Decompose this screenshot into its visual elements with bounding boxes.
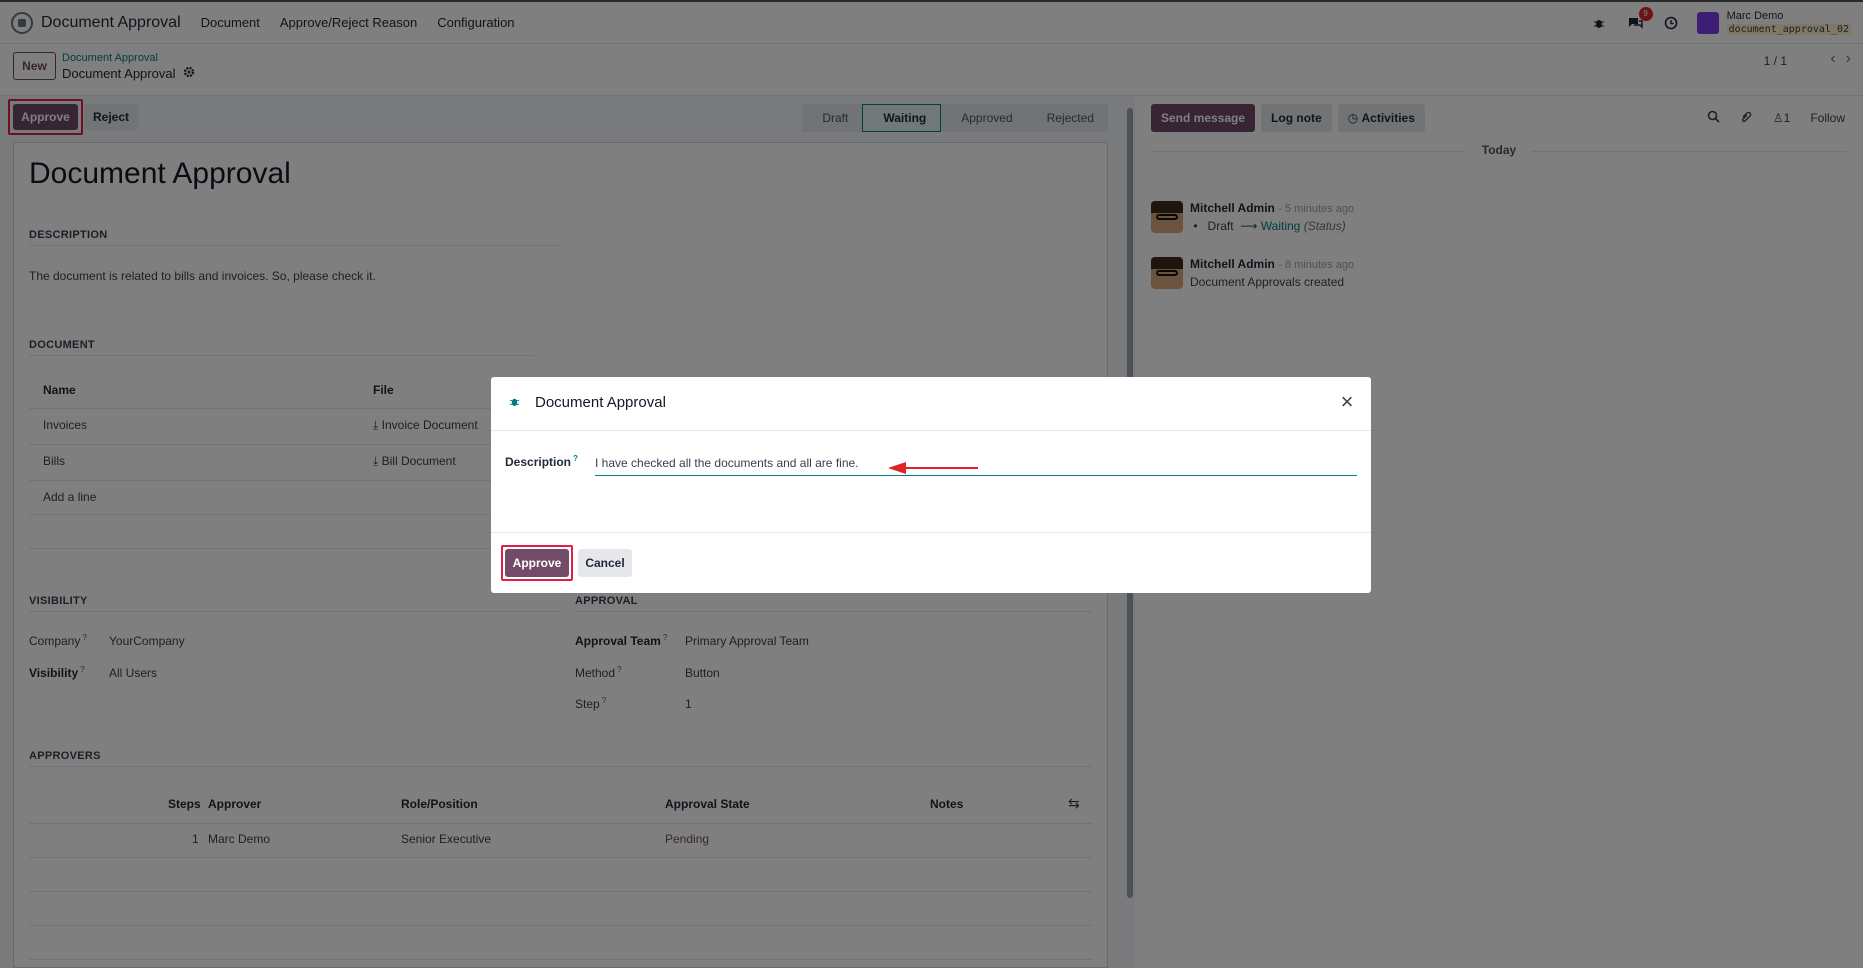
dialog-approve-button[interactable]: Approve bbox=[505, 549, 569, 577]
dialog-title: Document Approval bbox=[535, 394, 666, 411]
dialog-footer-divider bbox=[491, 532, 1371, 533]
dialog-header: Document Approval × bbox=[491, 377, 1371, 431]
debug-bug-icon[interactable] bbox=[509, 396, 520, 410]
annotation-arrow-icon bbox=[888, 462, 978, 474]
description-label: Description? bbox=[505, 454, 578, 469]
description-label-text: Description bbox=[505, 455, 572, 469]
close-icon[interactable]: × bbox=[1335, 391, 1359, 415]
approval-dialog: Document Approval × Description? Approve… bbox=[491, 377, 1371, 593]
help-tooltip-icon[interactable]: ? bbox=[573, 454, 578, 463]
dialog-cancel-button[interactable]: Cancel bbox=[578, 549, 632, 577]
